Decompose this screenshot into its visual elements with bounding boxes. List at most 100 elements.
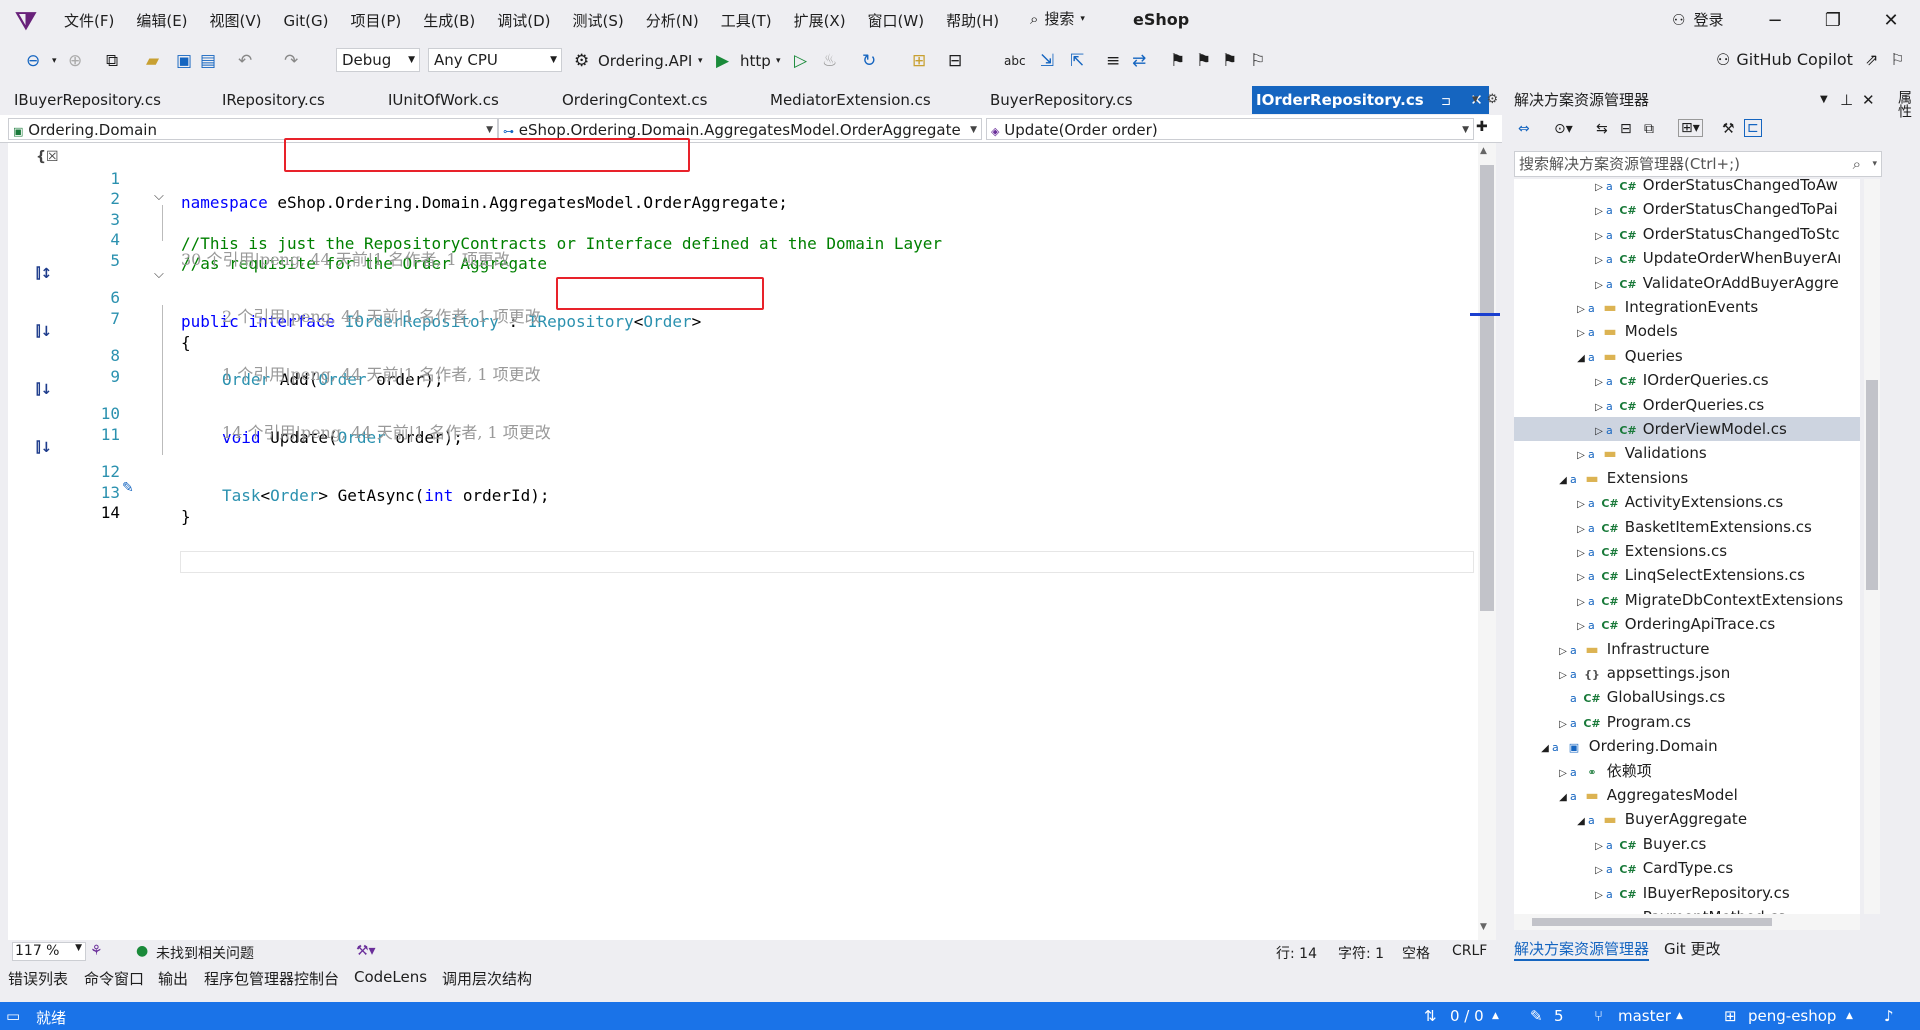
expander-icon[interactable]: ▷ [1574,542,1588,566]
git-branch[interactable]: master [1618,1007,1671,1025]
tree-item[interactable]: ◢ a ▣ Ordering.Domain [1514,734,1860,758]
tab-call-hierarchy[interactable]: 调用层次结构 [442,968,532,989]
expander-icon[interactable]: ▷ [1574,615,1588,639]
chevron-up-icon[interactable]: ▲ [1676,1011,1683,1021]
tab-irepository[interactable]: IRepository.cs [208,86,325,114]
back-icon[interactable]: ⊖ [26,50,40,72]
member-combo[interactable]: ◈ Update(Order order) ▼ [986,118,1474,140]
expander-icon[interactable]: ▷ [1592,200,1606,224]
expander-icon[interactable]: ▷ [1592,249,1606,273]
chevron-down-icon[interactable]: ▾ [776,50,781,72]
tree-item[interactable]: ▷ a {} appsettings.json [1514,661,1860,685]
tree-item[interactable]: ▷ a C# OrderStatusChangedToPai [1514,197,1860,221]
expander-icon[interactable]: ◢ [1556,469,1570,493]
play-icon[interactable]: ▶ [716,50,729,72]
tab-solution-explorer[interactable]: 解决方案资源管理器 [1514,938,1650,961]
hot-reload-icon[interactable]: ♨ [822,50,837,72]
refresh-icon[interactable]: ↻ [862,50,876,72]
tree-item[interactable]: ▷ a ▬ IntegrationEvents [1514,295,1860,319]
launch-profile[interactable]: http [740,50,771,72]
issues-status[interactable]: 未找到相关问题 [156,943,254,963]
tree-item[interactable]: ◢ a ▬ Extensions [1514,466,1860,490]
gear-icon[interactable]: ⚙ [1487,86,1499,114]
maximize-button[interactable]: ❐ [1818,8,1848,34]
menu-debug[interactable]: 调试(D) [486,10,561,32]
tab-command-window[interactable]: 命令窗口 [84,968,144,989]
expander-icon[interactable]: ▷ [1592,835,1606,859]
tree-item[interactable]: ▷ a C# Extensions.cs [1514,539,1860,563]
expander-icon[interactable]: ▷ [1574,493,1588,517]
expander-icon[interactable]: ▷ [1556,762,1570,786]
split-icon[interactable]: ✚ [1476,119,1488,135]
startup-project[interactable]: Ordering.API [598,50,692,72]
whitespace-indicator[interactable]: 空格 [1402,943,1430,963]
comment-icon[interactable]: ≡ [1106,50,1120,72]
minimize-button[interactable]: − [1760,8,1790,34]
bookmark-next-icon[interactable]: ⚑ [1222,50,1237,72]
menu-window[interactable]: 窗口(W) [857,10,936,32]
collapse-all-icon[interactable]: ⊟ [1620,121,1632,137]
menu-project[interactable]: 项目(P) [340,10,413,32]
uncomment-icon[interactable]: ⇄ [1132,50,1146,72]
tree-item[interactable]: ▷ a C# OrderStatusChangedToAw [1514,179,1860,197]
expander-icon[interactable]: ▷ [1574,591,1588,615]
expander-icon[interactable]: ▷ [1556,640,1570,664]
menu-file[interactable]: 文件(F) [53,10,125,32]
tree-item[interactable]: ▷ a ▬ Models [1514,319,1860,343]
expander-icon[interactable]: ▷ [1574,322,1588,346]
tree-item[interactable]: ▷ a C# BasketItemExtensions.cs [1514,515,1860,539]
save-all-icon[interactable]: ▤ [200,50,216,72]
gear-icon[interactable]: ⚙ [574,50,589,72]
expander-icon[interactable]: ▷ [1592,274,1606,298]
expander-icon[interactable]: ◢ [1574,347,1588,371]
project-combo[interactable]: ▣ Ordering.Domain ▼ [8,118,498,140]
config-combo[interactable]: Debug ▼ [336,48,420,72]
tab-codelens[interactable]: CodeLens [354,968,427,986]
preview-selected-icon[interactable]: ⊏ [1744,119,1762,137]
menu-build[interactable]: 生成(B) [412,10,486,32]
spellcheck-icon[interactable]: abc [1004,50,1026,72]
bookmark-clear-icon[interactable]: ⚐ [1250,50,1265,72]
fold-icon[interactable]: ⌵ [154,189,164,204]
new-item-icon[interactable]: ⧉ [106,50,118,72]
expander-icon[interactable]: ▷ [1556,713,1570,737]
tree-item[interactable]: ▷ a C# OrderQueries.cs [1514,393,1860,417]
close-window-button[interactable]: ✕ [1876,8,1906,34]
layout-icon[interactable]: ⊟ [948,50,962,72]
menu-view[interactable]: 视图(V) [199,10,273,32]
tree-item[interactable]: ▷ a C# OrderingApiTrace.cs [1514,612,1860,636]
line-ending-indicator[interactable]: CRLF [1452,943,1487,959]
tree-item[interactable]: ◢ a ▬ BuyerAggregate [1514,807,1860,831]
solution-search-input[interactable]: 搜索解决方案资源管理器(Ctrl+;) ⌕ ▾ [1514,151,1882,177]
sync-count[interactable]: 0 / 0 [1450,1007,1484,1025]
tree-item[interactable]: ▷aC# PaymentMethod.cs [1514,905,1860,914]
chevron-up-icon[interactable]: ▲ [1492,1011,1499,1021]
step-over-icon[interactable]: ⇱ [1070,50,1084,72]
tab-error-list[interactable]: 错误列表 [8,968,68,989]
tree-item[interactable]: ▷ a C# LinqSelectExtensions.cs [1514,563,1860,587]
save-icon[interactable]: ▣ [176,50,192,72]
tab-mediatorextension[interactable]: MediatorExtension.cs [756,86,931,114]
tree-item[interactable]: a C# GlobalUsings.cs [1514,685,1860,709]
expander-icon[interactable]: ▷ [1556,664,1570,688]
login-button[interactable]: ⚇ 登录 [1672,9,1723,30]
type-combo[interactable]: ⊶ eShop.Ordering.Domain.AggregatesModel.… [498,118,982,140]
expander-icon[interactable]: ▷ [1592,884,1606,908]
chevron-down-icon[interactable]: ▼ [1820,86,1828,114]
menu-tools[interactable]: 工具(T) [710,10,783,32]
scroll-up-icon[interactable]: ▲ [1480,146,1487,156]
tree-item[interactable]: ▷ a ▬ Infrastructure [1514,637,1860,661]
intellicode-icon[interactable]: ⚘ [90,943,103,959]
properties-side-tab[interactable]: 属性 [1894,90,1914,118]
tree-item[interactable]: ▷ a C# ValidateOrAddBuyerAggre [1514,271,1860,295]
platform-combo[interactable]: Any CPU ▼ [428,48,562,72]
tree-item[interactable]: ▷ a C# MigrateDbContextExtensions [1514,588,1860,612]
branch-icon[interactable]: ⑂ [1594,1007,1603,1025]
tab-output[interactable]: 输出 [158,968,188,989]
expander-icon[interactable]: ▷ [1592,859,1606,883]
expander-icon[interactable]: ◢ [1556,786,1570,810]
tree-item[interactable]: ◢ a ▬ AggregatesModel [1514,783,1860,807]
repo-icon[interactable]: ⊞ [1724,1007,1737,1025]
zoom-combo[interactable]: 117 % ▼ [12,942,86,961]
editor-scroll-thumb[interactable] [1480,165,1494,611]
